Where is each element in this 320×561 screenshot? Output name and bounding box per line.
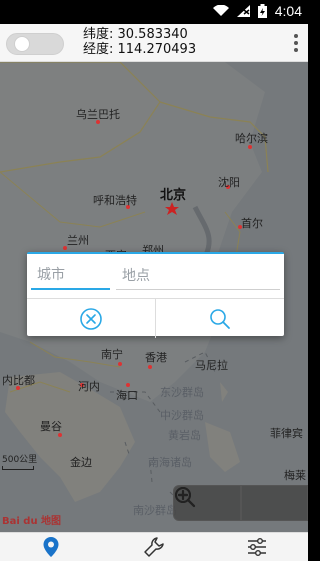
scale-label: 500公里 xyxy=(2,455,38,465)
zoom-in-icon xyxy=(175,487,196,508)
battery-icon xyxy=(257,4,267,18)
place-input[interactable] xyxy=(116,262,280,290)
search-dialog xyxy=(27,252,284,338)
map-label: 内比都 xyxy=(2,375,35,387)
map-label: 黄岩岛 xyxy=(168,430,201,442)
sliders-icon xyxy=(247,538,266,556)
latitude-text: 纬度: 30.583340 xyxy=(83,27,188,42)
map-label: 南宁 xyxy=(101,349,123,361)
map-label: 菲律宾 xyxy=(270,428,303,440)
map-label: 曼谷 xyxy=(40,421,62,433)
signal-icon xyxy=(236,5,250,17)
top-bar: 纬度: 30.583340 经度: 114.270493 xyxy=(0,24,308,62)
tab-settings[interactable] xyxy=(205,533,308,561)
clear-button[interactable] xyxy=(27,299,155,338)
zoom-controls xyxy=(173,485,308,521)
search-icon xyxy=(210,308,230,329)
map-label: 梅莱 xyxy=(284,470,306,482)
map-label: 乌兰巴托 xyxy=(76,109,120,121)
map-label: 香港 xyxy=(145,352,167,364)
map-label: 呼和浩特 xyxy=(93,195,137,207)
map-label: 海口 xyxy=(116,390,138,402)
bottom-nav xyxy=(0,532,308,561)
map-label: 南沙群岛 xyxy=(133,505,177,517)
tab-tools[interactable] xyxy=(103,533,206,561)
baidu-logo: Bai du 地图 xyxy=(2,516,62,527)
status-bar: 4:04 xyxy=(0,0,308,24)
map-label: 首尔 xyxy=(241,218,263,230)
location-pin-icon xyxy=(43,537,59,557)
map-label: 北京 xyxy=(160,187,187,202)
wifi-icon xyxy=(212,5,229,16)
location-toggle[interactable] xyxy=(6,33,64,55)
tab-location[interactable] xyxy=(0,533,103,561)
toggle-knob xyxy=(14,36,30,52)
close-circle-icon xyxy=(80,307,102,330)
map-label: 沈阳 xyxy=(218,177,240,189)
city-input[interactable] xyxy=(31,262,110,290)
map-scale: 500公里 xyxy=(2,452,37,470)
map-label: 金边 xyxy=(70,457,92,469)
map-label: 兰州 xyxy=(67,235,89,247)
coordinates: 纬度: 30.583340 经度: 114.270493 xyxy=(83,27,196,57)
search-button[interactable] xyxy=(155,299,284,338)
zoom-in-button[interactable] xyxy=(175,485,308,521)
status-time: 4:04 xyxy=(274,3,302,19)
more-options-icon[interactable] xyxy=(294,34,300,52)
map-label: 河内 xyxy=(78,381,100,393)
map-label: 南海诸岛 xyxy=(148,457,192,469)
map-label: 马尼拉 xyxy=(195,360,228,372)
map-label: 中沙群岛 xyxy=(160,410,204,422)
longitude-text: 经度: 114.270493 xyxy=(83,42,197,57)
map-label: 东沙群岛 xyxy=(160,387,204,399)
wrench-icon xyxy=(144,537,164,557)
map-label: 哈尔滨 xyxy=(235,133,268,145)
